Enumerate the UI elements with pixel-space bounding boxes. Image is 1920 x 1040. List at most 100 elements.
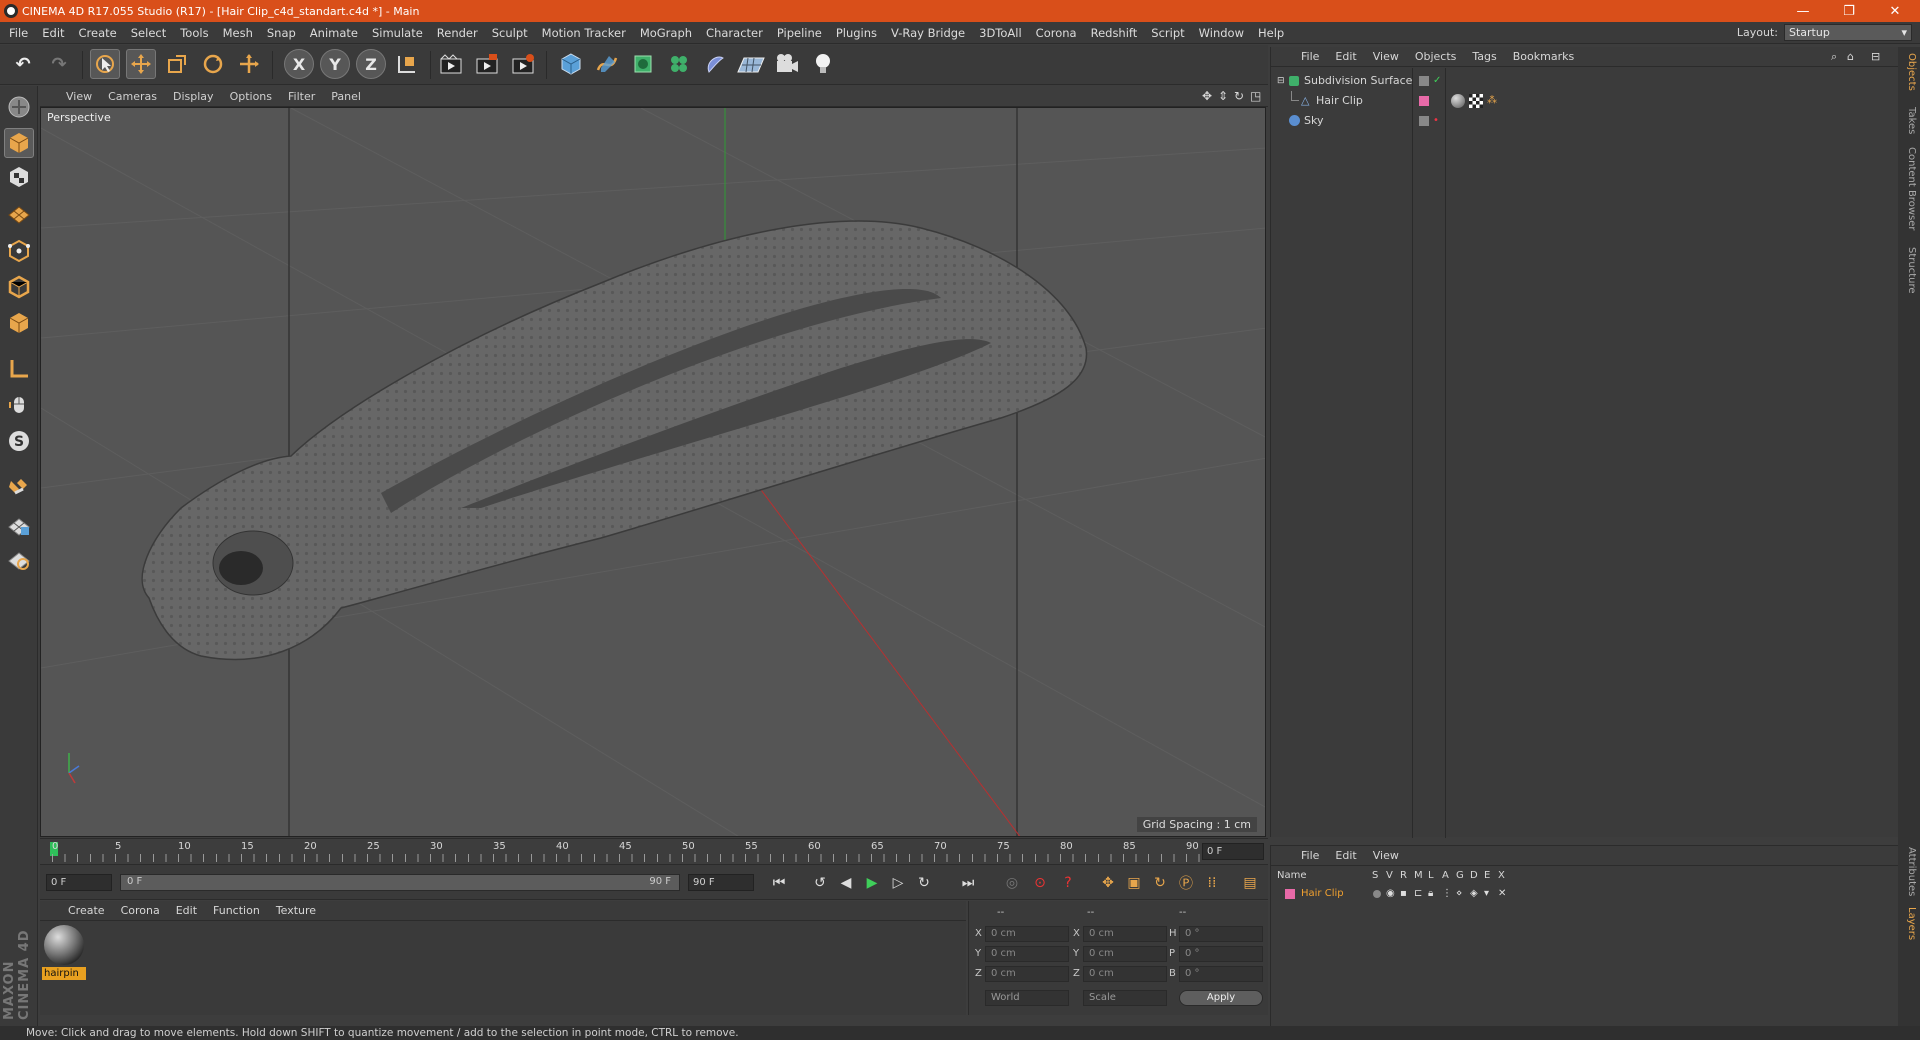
material-menu-function[interactable]: Function	[205, 904, 268, 917]
polygons-mode-icon[interactable]	[4, 308, 34, 338]
object-menu-objects[interactable]: Objects	[1407, 50, 1465, 63]
menu-edit[interactable]: Edit	[35, 26, 71, 40]
menu-select[interactable]: Select	[124, 26, 173, 40]
floor-environment-icon[interactable]	[736, 49, 766, 79]
object-menu-bookmarks[interactable]: Bookmarks	[1505, 50, 1582, 63]
tweak-mode-icon[interactable]	[4, 390, 34, 420]
material-tag-icon[interactable]	[1451, 93, 1465, 108]
play-forward-icon[interactable]: ▶	[860, 872, 884, 894]
object-menu-view[interactable]: View	[1365, 50, 1407, 63]
material-menu-edit[interactable]: Edit	[168, 904, 205, 917]
size-mode-dropdown[interactable]: Scale	[1083, 990, 1167, 1006]
menu-tools[interactable]: Tools	[173, 26, 215, 40]
key-scale-icon[interactable]: ▣	[1122, 872, 1146, 894]
restore-button[interactable]: ❐	[1826, 0, 1872, 22]
object-menu-file[interactable]: File	[1293, 50, 1327, 63]
render-settings-icon[interactable]	[508, 49, 538, 79]
material-menu-create[interactable]: Create	[60, 904, 113, 917]
position-y-field[interactable]: 0 cm	[985, 946, 1069, 962]
render-to-picture-viewer-icon[interactable]	[472, 49, 502, 79]
layer-color-swatch[interactable]	[1285, 888, 1295, 899]
key-parameter-icon[interactable]: Ⓟ	[1174, 872, 1198, 894]
texture-mode-icon[interactable]	[4, 162, 34, 192]
render-dot-icon[interactable]: •	[1433, 115, 1439, 126]
xref-toggle-icon[interactable]: ✕	[1498, 888, 1506, 899]
deformer-icon[interactable]	[700, 49, 730, 79]
current-frame-field[interactable]: 0 F	[1202, 843, 1264, 860]
size-y-field[interactable]: 0 cm	[1083, 946, 1167, 962]
object-row-subdivision-surface[interactable]: ⊟ Subdivision Surface ✓	[1271, 71, 1899, 90]
size-z-field[interactable]: 0 cm	[1083, 966, 1167, 982]
close-button[interactable]: ✕	[1872, 0, 1918, 22]
model-mode-icon[interactable]	[4, 128, 34, 158]
menu-pipeline[interactable]: Pipeline	[770, 26, 829, 40]
redo-icon[interactable]: ↷	[44, 49, 74, 79]
tab-layers[interactable]: Layers	[1901, 907, 1917, 940]
next-key-icon[interactable]: ↻	[912, 872, 936, 894]
menu-simulate[interactable]: Simulate	[365, 26, 430, 40]
recent-tool-icon[interactable]	[234, 49, 264, 79]
apply-button[interactable]: Apply	[1179, 990, 1263, 1006]
tab-content-browser[interactable]: Content Browser	[1901, 147, 1917, 230]
rotation-p-field[interactable]: 0 °	[1179, 946, 1263, 962]
layout-dropdown[interactable]: Startup	[1784, 24, 1912, 41]
manager-toggle-icon[interactable]: ⊏	[1414, 888, 1422, 899]
visible-eye-icon[interactable]: ◉	[1386, 888, 1395, 899]
generator-toggle-icon[interactable]: ⋄	[1456, 888, 1462, 899]
spline-pen-icon[interactable]	[592, 49, 622, 79]
position-x-field[interactable]: 0 cm	[985, 926, 1069, 942]
menu-window[interactable]: Window	[1192, 26, 1251, 40]
home-icon[interactable]: ⌂	[1847, 50, 1854, 63]
selection-tag-icon[interactable]: ⁂	[1487, 95, 1497, 106]
viewport-zoom-icon[interactable]: ⇕	[1218, 89, 1228, 103]
search-icon[interactable]: ⌕	[1831, 50, 1837, 64]
uvw-tag-icon[interactable]	[1469, 93, 1483, 108]
tab-takes[interactable]: Takes	[1901, 107, 1917, 134]
viewport-menu-display[interactable]: Display	[165, 90, 222, 103]
render-view-icon[interactable]	[436, 49, 466, 79]
key-rotation-icon[interactable]: ↻	[1148, 872, 1172, 894]
menu-snap[interactable]: Snap	[260, 26, 303, 40]
frame-range-slider[interactable]: 0 F 90 F	[120, 874, 680, 891]
previous-frame-icon[interactable]: ◀	[834, 872, 858, 894]
tab-objects[interactable]: Objects	[1901, 53, 1917, 91]
render-toggle-icon[interactable]: ▪	[1400, 888, 1407, 899]
menu-animate[interactable]: Animate	[303, 26, 365, 40]
viewport-rotate-icon[interactable]: ↻	[1234, 89, 1244, 103]
menu-motion-tracker[interactable]: Motion Tracker	[535, 26, 633, 40]
menu-sculpt[interactable]: Sculpt	[485, 26, 535, 40]
coordinate-space-dropdown[interactable]: World	[985, 990, 1069, 1006]
layer-menu-edit[interactable]: Edit	[1327, 849, 1364, 862]
solo-mode-icon[interactable]: S	[4, 426, 34, 456]
menu-3dtoall[interactable]: 3DToAll	[972, 26, 1029, 40]
menu-plugins[interactable]: Plugins	[829, 26, 884, 40]
end-frame-field[interactable]: 90 F	[688, 874, 754, 891]
menu-create[interactable]: Create	[72, 26, 124, 40]
axis-mode-icon[interactable]	[4, 354, 34, 384]
enabled-check-icon[interactable]: ✓	[1433, 75, 1441, 86]
collapse-toggle-icon[interactable]: ⊟	[1277, 76, 1285, 86]
layer-color-swatch[interactable]	[1419, 95, 1429, 106]
menu-script[interactable]: Script	[1144, 26, 1191, 40]
grid-snap-icon[interactable]	[4, 544, 34, 574]
y-axis-lock-button[interactable]: Y	[320, 49, 350, 79]
panel-menu-icon[interactable]: ⊟	[1871, 50, 1880, 63]
layer-row-hair-clip[interactable]: Hair Clip ◉ ▪ ⊏ 🔒︎ ⋮ ⋄ ◈ ▾ ✕	[1271, 884, 1899, 903]
animation-toggle-icon[interactable]: ⋮	[1442, 888, 1452, 899]
grid-lock-icon[interactable]	[4, 510, 34, 540]
object-menu-edit[interactable]: Edit	[1327, 50, 1364, 63]
expression-toggle-icon[interactable]: ▾	[1484, 888, 1489, 899]
snap-magnet-icon[interactable]	[4, 472, 34, 502]
z-axis-lock-button[interactable]: Z	[356, 49, 386, 79]
cloner-icon[interactable]	[664, 49, 694, 79]
timeline-ruler[interactable]: 0 5 10 15 20 25 30 35 40 45 50 55 60 65 …	[40, 838, 1268, 864]
object-row-hair-clip[interactable]: △ Hair Clip ⁂	[1271, 91, 1899, 110]
menu-file[interactable]: File	[0, 26, 35, 40]
viewport-pan-icon[interactable]: ✥	[1202, 89, 1212, 103]
viewport-menu-cameras[interactable]: Cameras	[100, 90, 165, 103]
start-frame-field[interactable]: 0 F	[46, 874, 112, 891]
viewport-menu-options[interactable]: Options	[222, 90, 280, 103]
menu-vray-bridge[interactable]: V-Ray Bridge	[884, 26, 972, 40]
previous-key-icon[interactable]: ↺	[808, 872, 832, 894]
solo-toggle-icon[interactable]	[1373, 889, 1381, 898]
